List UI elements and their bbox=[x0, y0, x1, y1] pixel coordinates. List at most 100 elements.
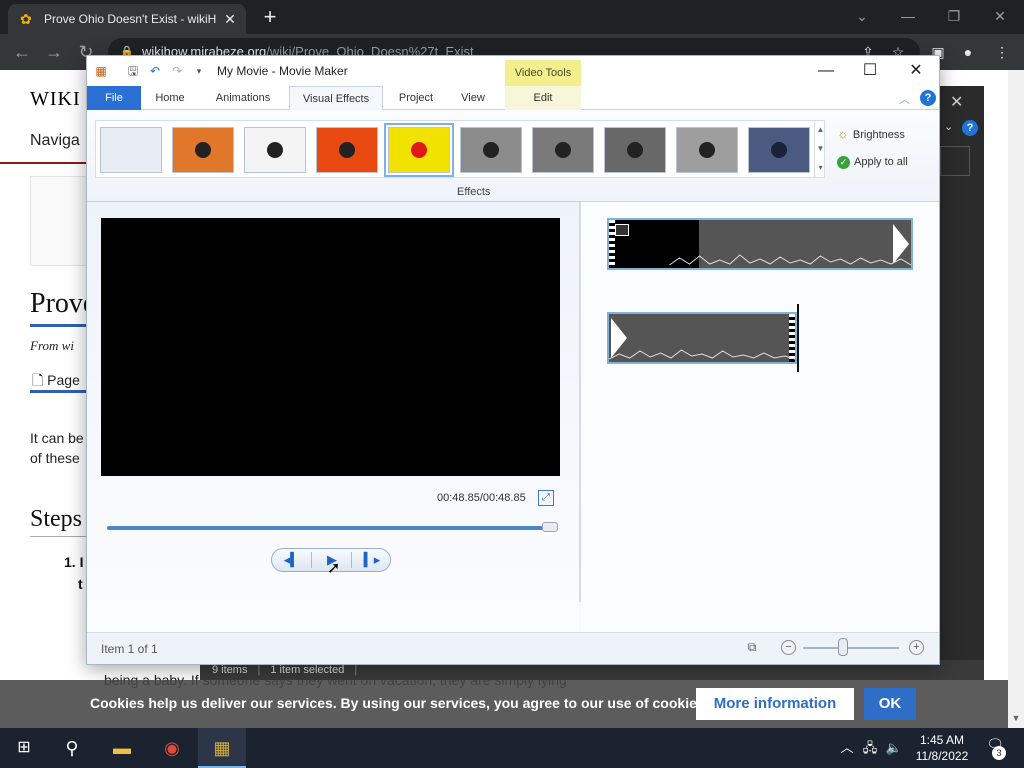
zoom-slider[interactable] bbox=[803, 647, 899, 649]
chrome-menu-icon[interactable]: ⋮ bbox=[992, 42, 1012, 62]
status-bar: Item 1 of 1 ⧉ − + bbox=[87, 632, 939, 664]
movie-maker-app-icon[interactable]: ▦ bbox=[93, 63, 109, 79]
effect-thumbnail[interactable] bbox=[172, 127, 234, 173]
browser-minimize-button[interactable]: — bbox=[888, 4, 928, 28]
volume-icon[interactable]: 🔈 bbox=[884, 728, 904, 768]
tray-overflow-icon[interactable]: ︿ bbox=[838, 728, 856, 768]
effect-thumbnail[interactable] bbox=[748, 127, 810, 173]
thumbnail-size-icon[interactable]: ⧉ bbox=[743, 640, 761, 656]
scroll-down-arrow-icon[interactable]: ▼ bbox=[1008, 710, 1024, 726]
cookie-ok-button[interactable]: OK bbox=[864, 688, 916, 720]
selected-count: 1 item selected bbox=[270, 664, 345, 676]
playback-position-indicator[interactable] bbox=[797, 304, 799, 372]
tab-home[interactable]: Home bbox=[145, 86, 195, 110]
item-count: 9 items bbox=[212, 664, 248, 676]
effect-thumbnail[interactable] bbox=[604, 127, 666, 173]
wiki-logo[interactable]: WIKI bbox=[30, 88, 81, 111]
timecode: 00:48.85/00:48.85 bbox=[437, 492, 526, 504]
next-frame-icon[interactable]: ▍▸ bbox=[352, 549, 392, 571]
search-icon[interactable]: ⚲ bbox=[48, 728, 96, 768]
cookie-message: Cookies help us deliver our services. By… bbox=[90, 695, 709, 711]
effect-thumbnail[interactable] bbox=[100, 127, 162, 173]
tab-close-icon[interactable]: ✕ bbox=[220, 11, 240, 28]
browser-tab[interactable]: ✿ Prove Ohio Doesn't Exist - wikiH ✕ bbox=[8, 4, 246, 34]
wiki-sidebar-box bbox=[30, 176, 90, 266]
tab-edit[interactable]: Edit bbox=[505, 86, 581, 110]
effect-thumbnail[interactable] bbox=[316, 127, 378, 173]
page-tab-underline bbox=[30, 390, 90, 393]
status-item-count: Item 1 of 1 bbox=[101, 642, 158, 656]
fullscreen-preview-icon[interactable]: ⤢ bbox=[538, 490, 554, 506]
zoom-in-icon[interactable]: + bbox=[909, 640, 924, 655]
tab-file[interactable]: File bbox=[87, 86, 141, 110]
apply-to-all-button[interactable]: ✓ Apply to all bbox=[837, 156, 908, 169]
gallery-down-icon[interactable]: ▼ bbox=[815, 139, 826, 158]
ribbon-tabs: File Home Animations Visual Effects Proj… bbox=[87, 86, 939, 111]
new-tab-button[interactable]: + bbox=[258, 4, 282, 30]
help-icon[interactable]: ? bbox=[962, 120, 978, 136]
video-preview[interactable] bbox=[101, 218, 560, 476]
redo-icon[interactable]: ↷ bbox=[169, 63, 185, 79]
network-icon[interactable]: 🖧 bbox=[860, 728, 880, 768]
undo-icon[interactable]: ↶ bbox=[147, 63, 163, 79]
effect-thumbnail[interactable] bbox=[460, 127, 522, 173]
notification-count: 3 bbox=[992, 746, 1006, 760]
file-explorer-icon[interactable]: ▬ bbox=[98, 728, 146, 768]
seek-thumb[interactable] bbox=[542, 522, 558, 532]
tab-visual-effects[interactable]: Visual Effects bbox=[289, 86, 383, 111]
back-arrow-icon[interactable]: ← bbox=[10, 40, 34, 64]
tab-view[interactable]: View bbox=[451, 86, 495, 110]
browser-restore-button[interactable]: ❐ bbox=[934, 4, 974, 28]
movie-maker-taskbar-icon[interactable]: ▦ bbox=[198, 728, 246, 768]
view-toggle-icons[interactable] bbox=[938, 660, 984, 680]
tab-project[interactable]: Project bbox=[391, 86, 441, 110]
gallery-up-icon[interactable]: ▲ bbox=[815, 120, 826, 139]
tab-search-icon[interactable]: ⌄ bbox=[842, 4, 882, 28]
effect-thumbnail[interactable] bbox=[244, 127, 306, 173]
previous-frame-icon[interactable]: ◂▍ bbox=[272, 549, 312, 571]
effects-gallery bbox=[95, 120, 825, 178]
gallery-more-icon[interactable]: ▾ bbox=[815, 158, 826, 177]
zoom-out-icon[interactable]: − bbox=[781, 640, 796, 655]
brightness-button[interactable]: ☼ Brightness bbox=[837, 126, 905, 141]
browser-close-button[interactable]: ✕ bbox=[980, 4, 1020, 28]
maximize-button[interactable]: ☐ bbox=[847, 56, 893, 86]
ribbon-help-icon[interactable]: ? bbox=[920, 90, 936, 106]
panel-close-icon[interactable]: ✕ bbox=[950, 92, 963, 112]
step-text: t bbox=[78, 576, 83, 592]
page-tab-label: Page bbox=[47, 372, 80, 388]
close-button[interactable]: ✕ bbox=[893, 56, 939, 86]
clock-time: 1:45 AM bbox=[919, 733, 965, 747]
wiki-navigation[interactable]: Naviga bbox=[30, 132, 80, 150]
forward-arrow-icon[interactable]: → bbox=[42, 40, 66, 64]
flower-center bbox=[195, 142, 211, 158]
zoom-slider-thumb[interactable] bbox=[838, 638, 849, 656]
windows-start-icon[interactable]: ⊞ bbox=[0, 728, 48, 768]
tab-animations[interactable]: Animations bbox=[205, 86, 281, 110]
chrome-icon[interactable]: ◉ bbox=[148, 728, 196, 768]
minimize-button[interactable]: — bbox=[803, 56, 849, 86]
ribbon-collapse-icon[interactable]: ︿ bbox=[899, 91, 910, 107]
page-scrollbar[interactable] bbox=[1008, 70, 1024, 728]
system-clock[interactable]: 1:45 AM 11/8/2022 bbox=[910, 732, 974, 764]
profile-icon[interactable]: ● bbox=[958, 42, 978, 62]
steps-heading: Steps bbox=[30, 506, 83, 532]
storyboard-clip[interactable] bbox=[607, 218, 913, 270]
windows-taskbar: ⊞ ⚲ ▬ ◉ ▦ ︿ 🖧 🔈 1:45 AM 11/8/2022 🗨 3 bbox=[0, 728, 1024, 768]
save-icon[interactable]: 🖫 bbox=[125, 63, 141, 79]
visual-effects-ribbon: ▲ ▼ ▾ ☼ Brightness ✓ Apply to all Effects bbox=[87, 110, 939, 202]
quick-access-dropdown-icon[interactable]: ▾ bbox=[191, 63, 207, 79]
effect-thumbnail[interactable] bbox=[384, 123, 454, 177]
more-information-button[interactable]: More information bbox=[696, 688, 854, 720]
flower-center bbox=[267, 142, 283, 158]
chevron-down-icon[interactable]: ⌄ bbox=[944, 120, 953, 133]
storyboard-clip[interactable] bbox=[607, 312, 797, 364]
cookie-banner: Cookies help us deliver our services. By… bbox=[0, 680, 1008, 728]
preview-pane: 00:48.85/00:48.85 ⤢ ◂▍ ▶ ▍▸ ➚ bbox=[87, 202, 579, 632]
effect-thumbnail[interactable] bbox=[532, 127, 594, 173]
clock-date: 11/8/2022 bbox=[915, 749, 969, 763]
gallery-scroll-controls[interactable]: ▲ ▼ ▾ bbox=[814, 120, 826, 178]
tab-title: Prove Ohio Doesn't Exist - wikiH bbox=[44, 12, 217, 26]
seek-bar[interactable] bbox=[107, 526, 553, 530]
effect-thumbnail[interactable] bbox=[676, 127, 738, 173]
